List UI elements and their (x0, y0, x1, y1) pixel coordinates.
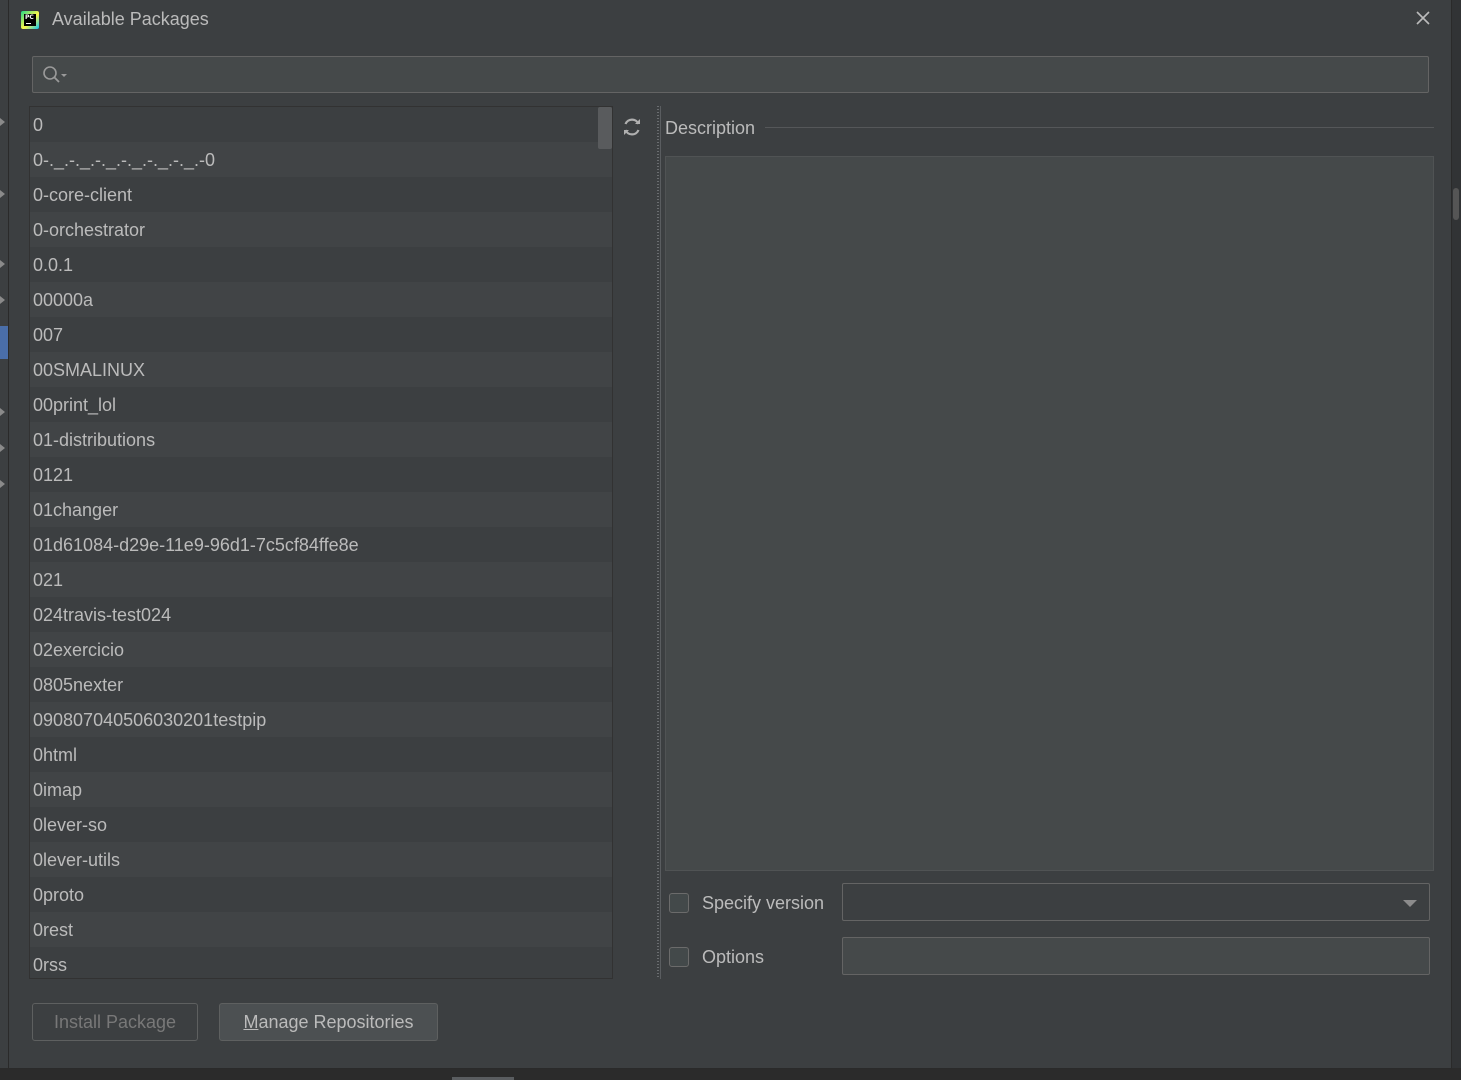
package-row[interactable]: 0rest (30, 912, 612, 947)
search-input[interactable] (75, 57, 1419, 94)
specify-version-label: Specify version (702, 893, 825, 913)
refresh-icon (624, 118, 640, 136)
tree-arrow-icon (0, 260, 5, 268)
version-select[interactable] (842, 883, 1430, 921)
package-row[interactable]: 0html (30, 737, 612, 772)
package-row[interactable]: 02exercicio (30, 632, 612, 667)
tree-arrow-icon (0, 296, 5, 304)
panel-splitter[interactable] (655, 106, 663, 979)
pycharm-app-icon: PC (21, 11, 39, 29)
search-field[interactable] (32, 56, 1429, 94)
ide-scrollbar-thumb (1453, 188, 1459, 220)
options-checkbox[interactable] (669, 947, 689, 967)
close-button[interactable] (1413, 8, 1433, 28)
ide-bottom-strip (0, 1068, 1461, 1080)
package-row[interactable]: 01changer (30, 492, 612, 527)
package-row[interactable]: 00000a (30, 282, 612, 317)
package-row[interactable]: 0lever-so (30, 807, 612, 842)
tree-arrow-icon (0, 480, 5, 488)
package-row[interactable]: 0121 (30, 457, 612, 492)
specify-version-checkbox[interactable] (669, 893, 689, 913)
tree-arrow-icon (0, 408, 5, 416)
ide-right-strip (1451, 0, 1461, 1080)
install-package-button[interactable]: Install Package (32, 1003, 198, 1041)
app-icon-text: PC (25, 14, 34, 21)
available-packages-dialog: PC Available Packages 0 0-._.-._.-._.-._.… (9, 0, 1451, 1068)
package-row[interactable]: 024travis-test024 (30, 597, 612, 632)
manage-repositories-button[interactable]: Manage Repositories (219, 1003, 438, 1041)
package-row[interactable]: 00SMALINUX (30, 352, 612, 387)
package-row[interactable]: 090807040506030201testpip (30, 702, 612, 737)
description-label: Description (665, 118, 762, 139)
chevron-down-icon (1403, 900, 1417, 907)
package-row[interactable]: 01d61084-d29e-11e9-96d1-7c5cf84ffe8e (30, 527, 612, 562)
package-row[interactable]: 0805nexter (30, 667, 612, 702)
package-row[interactable]: 021 (30, 562, 612, 597)
package-row[interactable]: 0rss (30, 947, 612, 978)
package-list-scrollbar[interactable] (598, 107, 612, 149)
manage-label-rest: anage Repositories (258, 1012, 414, 1032)
close-icon (1416, 11, 1430, 25)
tree-arrow-icon (0, 190, 5, 198)
package-row[interactable]: 0 (30, 107, 612, 142)
ide-left-strip (0, 0, 9, 1080)
package-row[interactable]: 0imap (30, 772, 612, 807)
package-row[interactable]: 0-core-client (30, 177, 612, 212)
description-panel (665, 156, 1434, 871)
tree-arrow-icon (0, 118, 5, 126)
package-row[interactable]: 0-._.-._.-._.-._.-._.-._.-0 (30, 142, 612, 177)
options-label: Options (702, 947, 765, 967)
description-divider (765, 127, 1434, 128)
package-list[interactable]: 0 0-._.-._.-._.-._.-._.-._.-0 0-core-clien… (29, 106, 613, 979)
package-row[interactable]: 0-orchestrator (30, 212, 612, 247)
refresh-button[interactable] (621, 116, 643, 138)
package-row[interactable]: 01-distributions (30, 422, 612, 457)
options-input[interactable] (842, 937, 1430, 975)
package-row[interactable]: 0proto (30, 877, 612, 912)
search-icon (43, 66, 67, 83)
ide-selection-marker (0, 326, 8, 359)
package-row[interactable]: 0lever-utils (30, 842, 612, 877)
dialog-title: Available Packages (52, 9, 209, 29)
package-row[interactable]: 00print_lol (30, 387, 612, 422)
tree-arrow-icon (0, 444, 5, 452)
package-row[interactable]: 007 (30, 317, 612, 352)
title-bar: PC Available Packages (9, 0, 1451, 40)
package-row[interactable]: 0.0.1 (30, 247, 612, 282)
manage-mnemonic: M (243, 1012, 259, 1032)
